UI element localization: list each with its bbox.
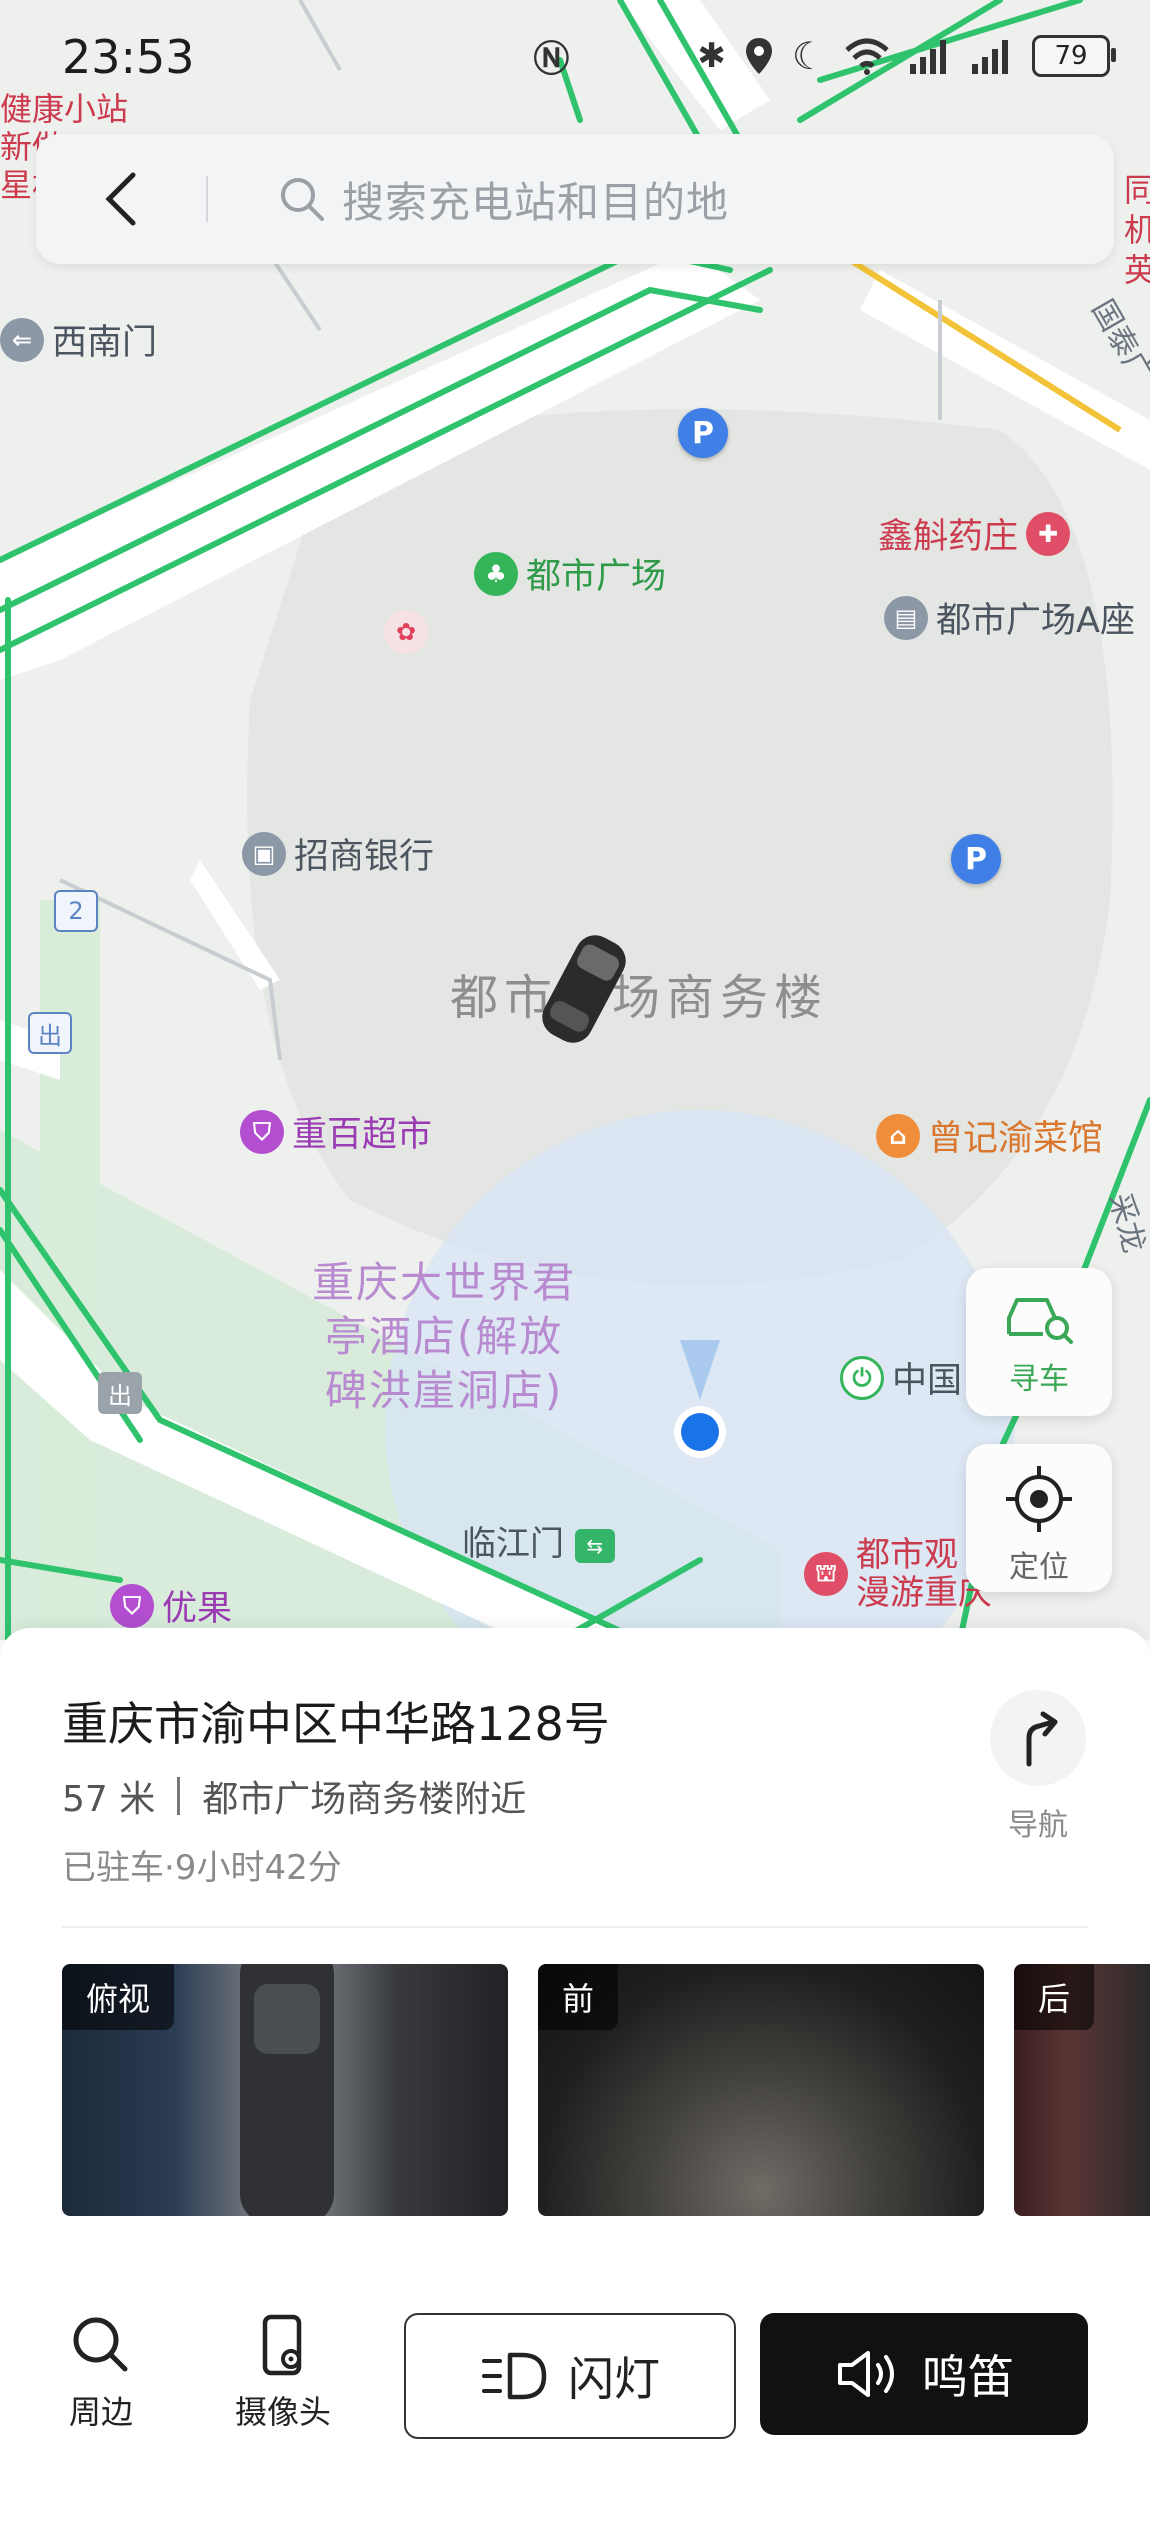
- camera-label: 俯视: [62, 1964, 175, 2030]
- poi-china-partial[interactable]: ⏻ 中国: [840, 1352, 962, 1403]
- user-location-icon[interactable]: [660, 1340, 740, 1460]
- search-icon: [278, 175, 326, 223]
- poi-zengji-restaurant[interactable]: ⌂ 曾记渝菜馆: [876, 1110, 1103, 1161]
- poi-xinan-gate[interactable]: ⇐ 西南门: [0, 314, 157, 365]
- poi-dushi-plaza-a[interactable]: ▤ 都市广场A座: [884, 592, 1135, 643]
- signal-icon: [972, 40, 1008, 74]
- bluetooth-icon: ✱: [697, 36, 726, 76]
- poi-chongbai-market[interactable]: ⛉ 重百超市: [240, 1106, 432, 1157]
- vehicle-distance-row: 57 米 都市广场商务楼附近: [62, 1770, 526, 1822]
- sightseeing-icon: ⛫: [804, 1552, 848, 1596]
- battery-icon: 79: [1032, 35, 1116, 77]
- locate-button[interactable]: 定位: [966, 1444, 1112, 1592]
- exit-badge: 出: [98, 1372, 142, 1414]
- navigate-label: 导航: [1008, 1808, 1068, 1843]
- shopping-cart-icon: ⛉: [240, 1109, 284, 1154]
- building-icon: ▤: [884, 595, 928, 640]
- unicom-icon[interactable]: ✿: [384, 610, 428, 654]
- camera-thumb-front[interactable]: 前: [538, 1964, 984, 2216]
- find-car-button[interactable]: 寻车: [966, 1268, 1112, 1416]
- parking-icon[interactable]: P: [951, 834, 1001, 884]
- shopping-bag-icon: ⛉: [110, 1583, 154, 1628]
- navigate-button[interactable]: [990, 1690, 1086, 1786]
- camera-label: 后: [1014, 1964, 1095, 2030]
- poi-dushi-sightseeing[interactable]: ⛫ 都市观 漫游重庆: [804, 1536, 992, 1612]
- exit-badge: 出: [28, 1012, 72, 1054]
- vehicle-distance: 57 米: [62, 1779, 156, 1820]
- location-icon: [745, 38, 772, 74]
- navigation-arrow-icon: [1026, 1711, 1058, 1767]
- headlight-icon: [482, 2352, 547, 2400]
- route-number-badge: 2: [54, 890, 98, 932]
- speaker-icon: [838, 2351, 894, 2397]
- signal-icon: [910, 40, 946, 74]
- car-marker-icon[interactable]: [524, 924, 644, 1054]
- status-bar: 23:53 Ⓝ ✱ ☾ 79: [0, 0, 1150, 110]
- gate-icon: ⇐: [0, 317, 44, 362]
- pharmacy-icon: ✚: [1026, 511, 1071, 556]
- vehicle-info-sheet: 重庆市渝中区中华路128号 57 米 都市广场商务楼附近 已驻车·9小时42分 …: [0, 1628, 1150, 2542]
- vehicle-nearby: 都市广场商务楼附近: [202, 1779, 527, 1820]
- search-input[interactable]: 搜索充电站和目的地: [342, 169, 729, 230]
- search-divider: [206, 176, 208, 222]
- bank-icon: ▣: [242, 831, 286, 876]
- camera-button[interactable]: 摄像头: [218, 2313, 348, 2433]
- crosshair-icon: [1006, 1466, 1072, 1532]
- car-top-view-icon: [240, 1964, 334, 2216]
- parking-icon[interactable]: P: [678, 408, 728, 458]
- poi-xinhu-pharmacy[interactable]: 鑫斛药庄 ✚: [878, 508, 1071, 559]
- back-button[interactable]: [36, 134, 206, 264]
- poi-cmb-bank[interactable]: ▣ 招商银行: [242, 828, 434, 879]
- poi-linjiang-gate[interactable]: 临江门 ⇆: [462, 1516, 615, 1565]
- camera-thumb-rear[interactable]: 后: [1014, 1964, 1150, 2216]
- nfc-icon: Ⓝ: [533, 39, 570, 80]
- camera-label: 前: [538, 1964, 619, 2030]
- poi-youguo[interactable]: ⛉ 优果: [110, 1580, 232, 1631]
- metro-icon: ⇆: [574, 1528, 615, 1563]
- flash-lights-button[interactable]: 闪灯: [404, 2313, 736, 2439]
- status-time: 23:53: [62, 30, 195, 84]
- divider: [62, 1926, 1088, 1928]
- wifi-icon: [845, 38, 889, 75]
- poi-top-right-partial: 同 机 英: [1124, 171, 1150, 289]
- search-bar[interactable]: 搜索充电站和目的地: [36, 134, 1114, 264]
- poi-dushi-plaza[interactable]: ♣ 都市广场: [474, 548, 666, 599]
- restaurant-icon: ⌂: [876, 1113, 920, 1158]
- camera-thumb-top-view[interactable]: 俯视: [62, 1964, 508, 2216]
- status-icons: Ⓝ ✱ ☾ 79: [533, 30, 1116, 82]
- separator: [177, 1777, 181, 1815]
- vehicle-address: 重庆市渝中区中华路128号: [62, 1697, 610, 1751]
- poi-hotel-label[interactable]: 重庆大世界君 亭酒店(解放 碑洪崖洞店): [312, 1256, 576, 1418]
- moon-icon: ☾: [791, 34, 826, 78]
- nearby-button[interactable]: 周边: [36, 2313, 166, 2433]
- app-root: 健康小站 新做 星杉 ⇐ 西南门 P P ♣ 都市广场 鑫斛药庄 ✚ ▤ 都市广…: [0, 0, 1150, 2542]
- parked-status: 已驻车·9小时42分: [62, 1848, 342, 1888]
- chevron-left-icon: [105, 172, 136, 226]
- plaza-icon: ♣: [474, 551, 518, 596]
- find-car-icon: [1007, 1298, 1073, 1344]
- charging-icon: ⏻: [840, 1355, 884, 1400]
- horn-button[interactable]: 鸣笛: [760, 2313, 1088, 2435]
- phone-camera-icon: [262, 2314, 302, 2376]
- search-icon: [73, 2317, 128, 2372]
